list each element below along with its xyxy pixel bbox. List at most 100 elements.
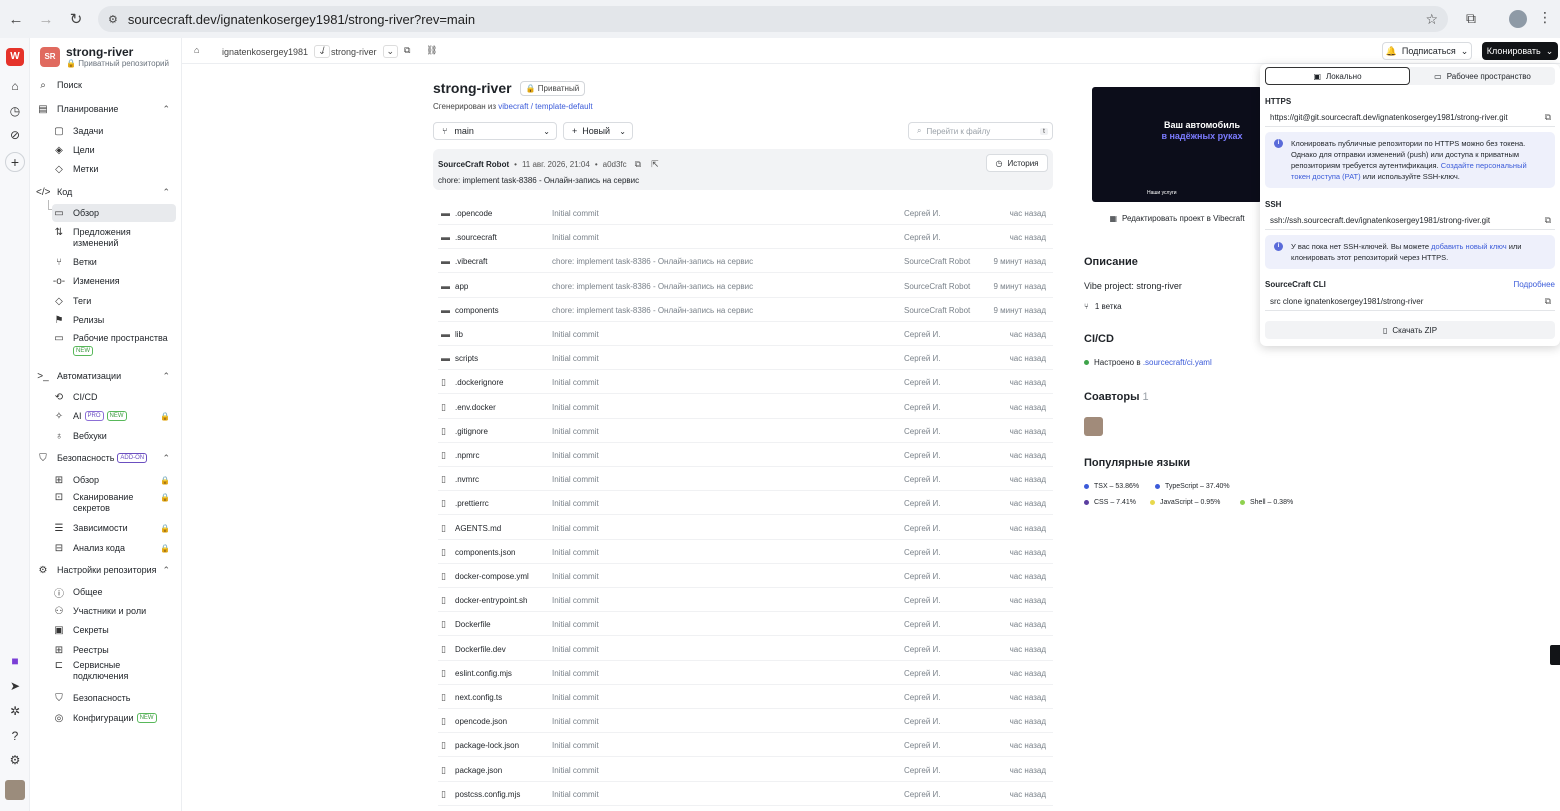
sidebar-item-tasks[interactable]: ▢ Задачи	[52, 122, 176, 140]
file-row[interactable]: ▯ .prettierrc Initial commit Сергей И. час н…	[438, 491, 1053, 516]
sidebar-item-dependencies[interactable]: ☰ Зависимости 🔒	[52, 519, 176, 537]
sidebar-search[interactable]: ⌕ Поиск	[36, 76, 176, 94]
cli-more-link[interactable]: Подробнее	[1514, 280, 1556, 289]
breadcrumb-repo[interactable]: strong-river ⌄	[331, 45, 399, 58]
template-link[interactable]: vibecraft / template-default	[498, 102, 592, 111]
file-row[interactable]: ▯ docker-entrypoint.sh Initial commit Серге…	[438, 588, 1053, 613]
file-row[interactable]: ▬ lib Initial commit Сергей И. час назад	[438, 322, 1053, 346]
file-name[interactable]: Dockerfile	[455, 620, 491, 629]
file-name[interactable]: docker-compose.yml	[455, 572, 529, 581]
file-name[interactable]: .opencode	[455, 209, 492, 218]
file-name[interactable]: opencode.json	[455, 717, 507, 726]
chevron-down-icon[interactable]: ⌄	[382, 45, 399, 58]
file-name[interactable]: next.config.ts	[455, 693, 502, 702]
file-commit-message[interactable]: Initial commit	[552, 572, 599, 581]
home-icon[interactable]: ⌂	[7, 78, 23, 94]
commit-message[interactable]: chore: implement task-8386 - Онлайн-запи…	[438, 176, 639, 185]
sidebar-item-tags[interactable]: ◇ Теги	[52, 292, 176, 310]
file-commit-message[interactable]: Initial commit	[552, 693, 599, 702]
file-name[interactable]: .nvmrc	[455, 475, 479, 484]
file-commit-message[interactable]: Initial commit	[552, 233, 599, 242]
file-commit-message[interactable]: Initial commit	[552, 741, 599, 750]
site-info-icon[interactable]: ⚙	[108, 13, 118, 26]
extensions-icon[interactable]: ⧉	[1466, 10, 1476, 27]
https-url-field[interactable]: https://git@git.sourcecraft.dev/ignatenk…	[1265, 109, 1555, 127]
file-commit-message[interactable]: Initial commit	[552, 524, 599, 533]
sidebar-item-secret-scan[interactable]: ⊡ Сканирование секретов 🔒	[52, 492, 176, 516]
history-icon[interactable]: ◷	[7, 103, 23, 119]
add-ssh-key-link[interactable]: добавить новый ключ	[1431, 242, 1507, 251]
file-name[interactable]: lib	[455, 330, 463, 339]
file-name[interactable]: components.json	[455, 548, 515, 557]
clone-button[interactable]: Клонировать ⌄	[1482, 42, 1558, 60]
reload-icon[interactable]: ↻	[62, 5, 90, 33]
sidebar-item-members[interactable]: ⚇ Участники и роли	[52, 602, 176, 620]
sidebar-item-code-analysis[interactable]: ⊟ Анализ кода 🔒	[52, 539, 176, 557]
file-row[interactable]: ▯ opencode.json Initial commit Сергей И. час…	[438, 709, 1053, 734]
file-name[interactable]: eslint.config.mjs	[455, 669, 512, 678]
file-row[interactable]: ▯ postcss.config.mjs Initial commit Сергей …	[438, 782, 1053, 806]
download-zip-button[interactable]: ▯ Скачать ZIP	[1265, 321, 1555, 339]
file-row[interactable]: ▬ scripts Initial commit Сергей И. час назад	[438, 346, 1053, 371]
sourcecraft-logo[interactable]: W	[6, 48, 24, 66]
copy-icon[interactable]: ⧉	[1545, 296, 1551, 307]
sidebar-item-registries[interactable]: ⊞ Реестры	[52, 641, 176, 659]
side-panel-toggle[interactable]	[1550, 645, 1560, 665]
sidebar-item-proposals[interactable]: ⇅ Предложения изменений	[52, 227, 176, 251]
https-url[interactable]: https://git@git.sourcecraft.dev/ignatenk…	[1270, 113, 1508, 122]
sidebar-item-sec-overview[interactable]: ⊞ Обзор 🔒	[52, 471, 176, 489]
file-commit-message[interactable]: Initial commit	[552, 330, 599, 339]
sidebar-item-webhooks[interactable]: ♁ Вебхуки	[52, 427, 176, 445]
cli-command-field[interactable]: src clone ignatenkosergey1981/strong-riv…	[1265, 293, 1555, 311]
file-commit-message[interactable]: Initial commit	[552, 790, 599, 799]
copy-icon[interactable]: ⧉	[1545, 215, 1551, 226]
explore-icon[interactable]: ⊘	[7, 127, 23, 143]
cicd-config-link[interactable]: .sourcecraft/ci.yaml	[1143, 358, 1212, 367]
ssh-url[interactable]: ssh://ssh.sourcecraft.dev/ignatenkoserge…	[1270, 216, 1490, 225]
integrations-icon[interactable]: ✲	[7, 703, 23, 719]
file-row[interactable]: ▬ .sourcecraft Initial commit Сергей И. час …	[438, 225, 1053, 250]
sidebar-item-labels[interactable]: ◇ Метки	[52, 160, 176, 178]
repo-header[interactable]: SR strong-river 🔒 Приватный репозиторий	[38, 44, 178, 70]
file-row[interactable]: ▯ package-lock.json Initial commit Сергей И…	[438, 733, 1053, 758]
sidebar-item-ai[interactable]: ✧ AI PRO NEW 🔒	[52, 407, 176, 425]
bookmark-star-icon[interactable]: ☆	[1425, 11, 1438, 28]
file-name[interactable]: package.json	[455, 766, 502, 775]
file-commit-message[interactable]: Initial commit	[552, 209, 599, 218]
file-commit-message[interactable]: Initial commit	[552, 378, 599, 387]
file-commit-message[interactable]: Initial commit	[552, 427, 599, 436]
vibecraft-icon[interactable]: ■	[7, 653, 23, 669]
file-row[interactable]: ▯ .npmrc Initial commit Сергей И. час назад	[438, 443, 1053, 467]
file-name[interactable]: components	[455, 306, 499, 315]
file-commit-message[interactable]: chore: implement task-8386 - Онлайн-запи…	[552, 257, 753, 266]
file-commit-message[interactable]: Initial commit	[552, 596, 599, 605]
file-row[interactable]: ▯ package.json Initial commit Сергей И. час …	[438, 758, 1053, 782]
file-name[interactable]: .npmrc	[455, 451, 479, 460]
sidebar-section-security[interactable]: ⛉ Безопасность ADD-ON ⌃	[36, 449, 176, 467]
file-name[interactable]: postcss.config.mjs	[455, 790, 520, 799]
sidebar-item-secrets[interactable]: ▣ Секреты	[52, 621, 176, 639]
commit-author[interactable]: SourceCraft Robot	[438, 160, 509, 169]
sidebar-item-cicd[interactable]: ⟲ CI/CD	[52, 388, 176, 406]
file-commit-message[interactable]: chore: implement task-8386 - Онлайн-запи…	[552, 306, 753, 315]
file-commit-message[interactable]: Initial commit	[552, 548, 599, 557]
file-commit-message[interactable]: Initial commit	[552, 499, 599, 508]
file-row[interactable]: ▯ Dockerfile Initial commit Сергей И. час на…	[438, 612, 1053, 637]
file-commit-message[interactable]: Initial commit	[552, 766, 599, 775]
file-name[interactable]: .dockerignore	[455, 378, 503, 387]
sidebar-section-planning[interactable]: ▤ Планирование ⌃	[36, 100, 176, 118]
file-row[interactable]: ▯ AGENTS.md Initial commit Сергей И. час наз…	[438, 516, 1053, 540]
breadcrumb-owner[interactable]: ignatenkosergey1981 ⌄	[222, 45, 330, 58]
file-row[interactable]: ▯ docker-compose.yml Initial commit Сергей …	[438, 564, 1053, 588]
sidebar-item-workspaces[interactable]: ▭ Рабочие пространства NEW	[52, 333, 176, 359]
go-to-file-input[interactable]: ⌕ Перейти к файлу t	[908, 122, 1053, 140]
sidebar-section-automation[interactable]: >_ Автоматизации ⌃	[36, 367, 176, 385]
sidebar-item-service-connections[interactable]: ⊏ Сервисные подключения	[52, 660, 176, 684]
file-name[interactable]: .vibecraft	[455, 257, 487, 266]
file-commit-message[interactable]: Initial commit	[552, 620, 599, 629]
breadcrumb-repo-label[interactable]: strong-river	[331, 47, 377, 57]
edit-in-vibecraft-link[interactable]: ▦ Редактировать проект в Vibecraft	[1092, 211, 1262, 225]
file-row[interactable]: ▬ app chore: implement task-8386 - Онлайн-…	[438, 274, 1053, 298]
file-name[interactable]: scripts	[455, 354, 478, 363]
home-breadcrumb-icon[interactable]: ⌂	[194, 45, 199, 55]
